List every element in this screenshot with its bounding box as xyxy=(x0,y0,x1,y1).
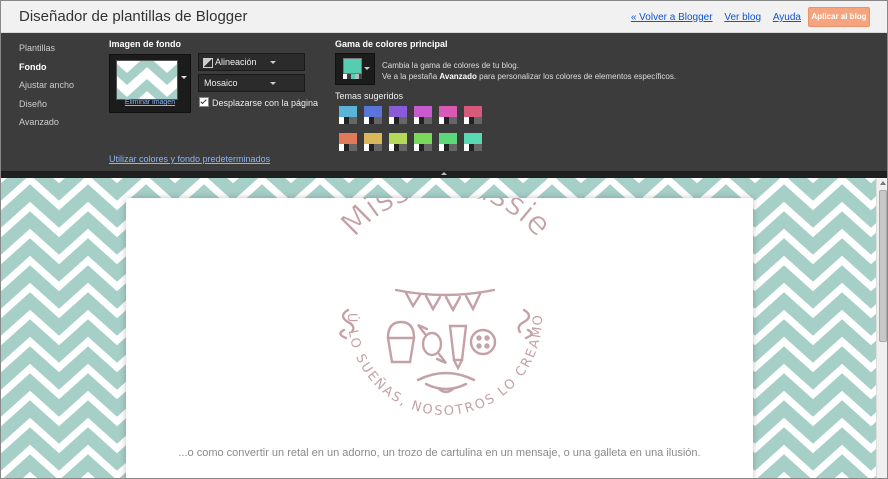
description-text: para personalizar los colores de element… xyxy=(476,72,677,81)
sidebar-nav: Plantillas Fondo Ajustar ancho Diseño Av… xyxy=(19,43,74,136)
nav-item-avanzado[interactable]: Avanzado xyxy=(19,117,74,136)
suggested-themes-title: Temas sugeridos xyxy=(335,91,404,101)
view-blog-link[interactable]: Ver blog xyxy=(724,12,761,23)
logo-ring-text: TÚ LO SUEÑAS, NOSOTROS LO CREAMOS xyxy=(120,187,544,419)
suggested-theme-swatch[interactable] xyxy=(389,133,407,151)
blog-tagline: ...o como convertir un retal en un adorn… xyxy=(178,447,701,459)
suggested-theme-swatch[interactable] xyxy=(414,106,432,124)
color-range-description: Cambia la gama de colores de tu blog. Ve… xyxy=(382,60,676,82)
chevron-down-icon xyxy=(181,76,187,79)
color-range-title: Gama de colores principal xyxy=(335,39,448,49)
use-default-colors-link[interactable]: Utilizar colores y fondo predeterminados xyxy=(109,154,270,164)
alignment-label: Alineación xyxy=(215,57,257,67)
settings-panel: Plantillas Fondo Ajustar ancho Diseño Av… xyxy=(1,33,887,171)
suggested-theme-swatch[interactable] xyxy=(414,133,432,151)
chevron-down-icon xyxy=(364,67,370,70)
tiling-value: Mosaico xyxy=(204,78,238,88)
color-range-picker[interactable] xyxy=(335,53,375,85)
svg-text:TÚ LO SUEÑAS, NOSOTROS LO CREA: TÚ LO SUEÑAS, NOSOTROS LO CREAMOS xyxy=(126,198,546,419)
scroll-thumb[interactable] xyxy=(879,190,887,342)
blog-logo: TÚ LO SUEÑAS, NOSOTROS LO CREAMOS Miss M… xyxy=(120,178,560,419)
background-image-title: Imagen de fondo xyxy=(109,39,181,49)
nav-item-plantillas[interactable]: Plantillas xyxy=(19,43,74,62)
background-image-picker[interactable]: Eliminar imagen xyxy=(109,54,191,113)
help-link[interactable]: Ayuda xyxy=(773,12,801,23)
svg-text:Miss Moussie: Miss Moussie xyxy=(333,198,559,243)
color-variants-strip xyxy=(343,74,362,79)
back-to-blogger-link[interactable]: « Volver a Blogger xyxy=(631,12,713,23)
checkbox-checked-icon[interactable] xyxy=(199,97,209,107)
scroll-up-arrow-icon[interactable] xyxy=(880,181,886,185)
apply-to-blog-button[interactable]: Aplicar al blog xyxy=(808,7,870,27)
suggested-theme-swatch[interactable] xyxy=(464,133,482,151)
suggested-theme-swatch[interactable] xyxy=(364,133,382,151)
remove-image-link[interactable]: Eliminar imagen xyxy=(110,99,190,106)
nav-item-ajustar-ancho[interactable]: Ajustar ancho xyxy=(19,80,74,99)
nav-item-diseno[interactable]: Diseño xyxy=(19,99,74,118)
collapse-panel-icon[interactable] xyxy=(441,172,447,175)
description-line-1: Cambia la gama de colores de tu blog. xyxy=(382,61,519,70)
preview-scrollbar[interactable] xyxy=(876,178,887,478)
app-title: Diseñador de plantillas de Blogger xyxy=(19,8,248,25)
suggested-theme-swatch[interactable] xyxy=(364,106,382,124)
suggested-theme-swatch[interactable] xyxy=(389,106,407,124)
suggested-theme-swatch[interactable] xyxy=(439,106,457,124)
tiling-dropdown[interactable]: Mosaico xyxy=(198,74,305,92)
window: Diseñador de plantillas de Blogger « Vol… xyxy=(0,0,888,479)
top-links: « Volver a Blogger Ver blog Ayuda xyxy=(622,12,801,23)
background-thumbnail xyxy=(116,60,178,100)
scroll-with-page-label: Desplazarse con la página xyxy=(212,98,319,108)
suggested-theme-swatch[interactable] xyxy=(439,133,457,151)
suggested-theme-swatch[interactable] xyxy=(339,133,357,151)
alignment-icon xyxy=(203,58,213,68)
selected-color-swatch xyxy=(343,58,362,74)
blog-header-card: TÚ LO SUEÑAS, NOSOTROS LO CREAMOS Miss M… xyxy=(120,178,753,478)
suggested-theme-swatch[interactable] xyxy=(339,106,357,124)
description-line-2: Ve a la pestaña Avanzado para personaliz… xyxy=(382,71,676,82)
nav-item-fondo[interactable]: Fondo xyxy=(19,62,74,81)
chevron-down-icon xyxy=(270,61,276,64)
alignment-dropdown[interactable]: Alineación xyxy=(198,53,305,71)
suggested-theme-swatch[interactable] xyxy=(464,106,482,124)
chevron-pattern-thumbnail xyxy=(117,61,177,99)
advanced-emphasis: Avanzado xyxy=(439,72,477,81)
scroll-with-page-checkbox[interactable]: Desplazarse con la página xyxy=(199,97,318,108)
blog-preview: TÚ LO SUEÑAS, NOSOTROS LO CREAMOS Miss M… xyxy=(1,178,876,478)
top-bar: Diseñador de plantillas de Blogger « Vol… xyxy=(1,1,887,33)
chevron-down-icon xyxy=(270,82,276,85)
description-text: Ve a la pestaña xyxy=(382,72,440,81)
logo-title: Miss Moussie xyxy=(333,178,560,244)
